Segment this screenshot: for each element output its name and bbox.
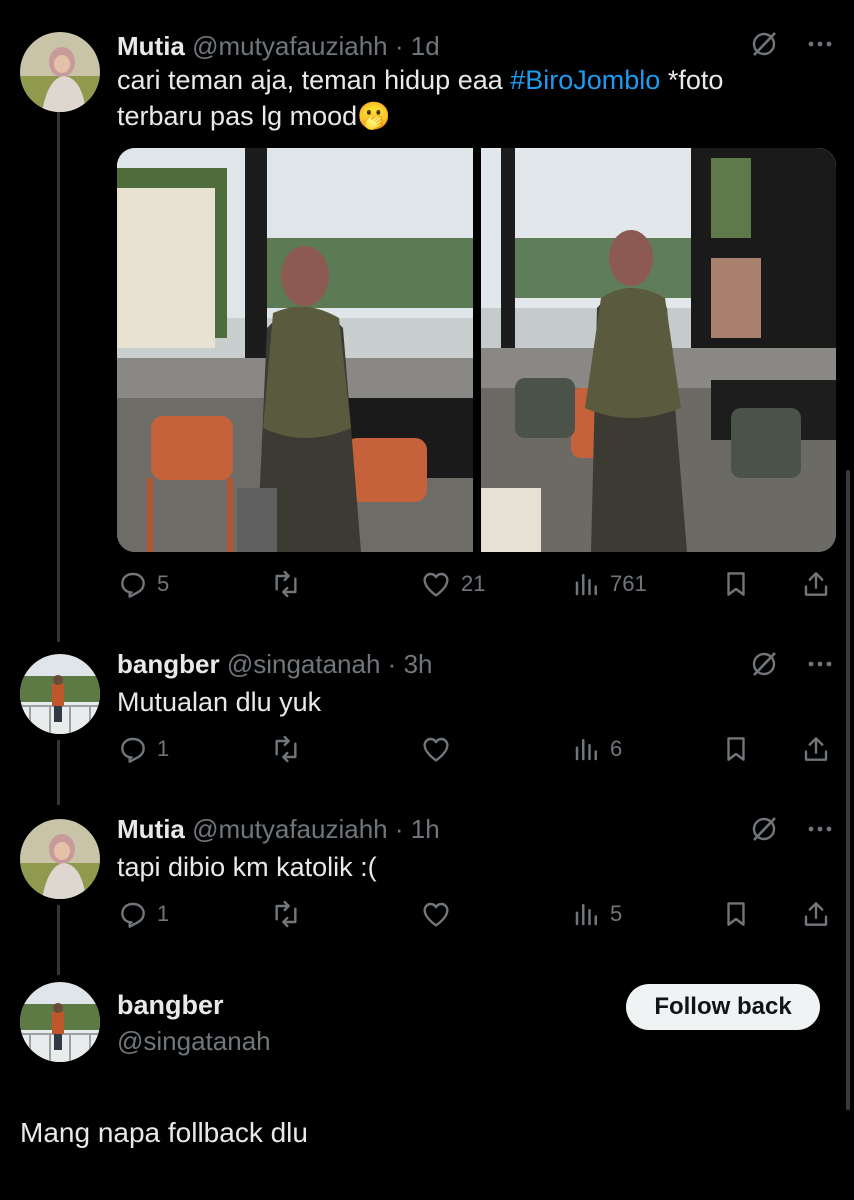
like-icon <box>423 902 449 927</box>
more-icon[interactable] <box>806 650 834 683</box>
bookmark-button[interactable] <box>721 894 751 934</box>
separator-dot: · <box>394 31 404 61</box>
tweet[interactable]: Mutia @mutyafauziahh · 1h tapi dibio km … <box>0 813 854 943</box>
header-icons <box>750 30 834 62</box>
views-count: 5 <box>610 901 623 926</box>
more-icon[interactable] <box>806 30 834 63</box>
tweet-photo[interactable] <box>117 148 473 552</box>
retweet-button[interactable] <box>269 894 311 934</box>
timestamp[interactable]: 1h <box>411 814 440 844</box>
timestamp[interactable]: 1d <box>411 31 440 61</box>
tweet-text-part: cari teman aja, teman hidup eaa <box>117 65 511 95</box>
like-button[interactable]: 21 <box>419 564 485 604</box>
like-icon <box>423 737 449 762</box>
retweet-icon <box>275 900 297 928</box>
author-handle[interactable]: @mutyafauziahh <box>192 31 388 61</box>
views-icon <box>575 574 597 596</box>
reply-icon <box>121 902 145 928</box>
reply-composer[interactable]: Mang napa follback dlu <box>20 1114 820 1154</box>
views-count: 761 <box>610 571 647 596</box>
header-icons <box>750 650 834 682</box>
tweet-actions: 1 5 <box>117 894 837 934</box>
retweet-button[interactable] <box>269 729 311 769</box>
like-icon <box>423 572 449 597</box>
like-button[interactable] <box>419 894 461 934</box>
reply-count: 5 <box>157 571 170 596</box>
share-button[interactable] <box>801 894 831 934</box>
retweet-button[interactable] <box>269 564 311 604</box>
reply-icon <box>121 572 145 598</box>
timestamp[interactable]: 3h <box>404 649 433 679</box>
profile-handle[interactable]: @singatanah <box>117 1026 271 1057</box>
scrollbar[interactable] <box>846 470 850 1110</box>
author-name[interactable]: Mutia <box>117 814 185 844</box>
views-count: 6 <box>610 736 623 761</box>
reply-count: 1 <box>157 736 170 761</box>
avatar[interactable] <box>20 982 100 1062</box>
composer-text[interactable]: Mang napa follback dlu <box>20 1114 820 1152</box>
like-button[interactable] <box>419 729 461 769</box>
share-button[interactable] <box>801 564 831 604</box>
reply-button[interactable]: 5 <box>117 564 169 604</box>
tweet-text: cari teman aja, teman hidup eaa #BiroJom… <box>117 62 797 134</box>
hashtag-link[interactable]: #BiroJomblo <box>510 65 660 95</box>
author-name[interactable]: Mutia <box>117 31 185 61</box>
tweet-header: Mutia @mutyafauziahh · 1d <box>117 30 440 62</box>
avatar[interactable] <box>20 32 100 112</box>
reply-icon <box>121 737 145 763</box>
tweet-actions: 5 21 761 <box>117 564 837 604</box>
tweet-actions: 1 6 <box>117 729 837 769</box>
tweet[interactable]: Mutia @mutyafauziahh · 1d cari teman aja… <box>0 26 854 616</box>
bookmark-icon <box>727 572 745 596</box>
header-icons <box>750 815 834 847</box>
avatar[interactable] <box>20 654 100 734</box>
reply-button[interactable]: 1 <box>117 729 169 769</box>
share-icon <box>804 572 828 596</box>
tweet-text: tapi dibio km katolik :( <box>117 852 377 882</box>
share-button[interactable] <box>801 729 831 769</box>
views-button[interactable]: 5 <box>572 894 622 934</box>
emoji: 🫢 <box>357 101 391 131</box>
like-count: 21 <box>461 571 486 596</box>
views-button[interactable]: 761 <box>572 564 647 604</box>
grok-icon[interactable] <box>750 815 778 848</box>
media-gallery <box>117 148 836 552</box>
bookmark-icon <box>727 902 745 926</box>
share-icon <box>804 902 828 926</box>
views-icon <box>575 904 597 926</box>
tweet-header: Mutia @mutyafauziahh · 1h <box>117 813 440 845</box>
tweet-text: Mutualan dlu yuk <box>117 687 322 717</box>
grok-icon[interactable] <box>750 30 778 63</box>
bookmark-button[interactable] <box>721 729 751 769</box>
avatar[interactable] <box>20 819 100 899</box>
retweet-icon <box>275 570 297 598</box>
bookmark-button[interactable] <box>721 564 751 604</box>
author-name[interactable]: bangber <box>117 649 220 679</box>
share-icon <box>804 737 828 761</box>
author-handle[interactable]: @singatanah <box>227 649 381 679</box>
tweet[interactable]: bangber @singatanah · 3h Mutualan dlu yu… <box>0 648 854 778</box>
bookmark-icon <box>727 737 745 761</box>
separator-dot: · <box>387 649 397 679</box>
reply-count: 1 <box>157 901 170 926</box>
more-icon[interactable] <box>806 815 834 848</box>
reply-button[interactable]: 1 <box>117 894 169 934</box>
retweet-icon <box>275 735 297 763</box>
grok-icon[interactable] <box>750 650 778 683</box>
separator-dot: · <box>394 814 404 844</box>
tweet-photo[interactable] <box>480 148 836 552</box>
author-handle[interactable]: @mutyafauziahh <box>192 814 388 844</box>
views-icon <box>575 739 597 761</box>
views-button[interactable]: 6 <box>572 729 622 769</box>
tweet-header: bangber @singatanah · 3h <box>117 648 433 680</box>
profile-name[interactable]: bangber <box>117 990 224 1021</box>
follow-back-button[interactable]: Follow back <box>626 984 820 1030</box>
